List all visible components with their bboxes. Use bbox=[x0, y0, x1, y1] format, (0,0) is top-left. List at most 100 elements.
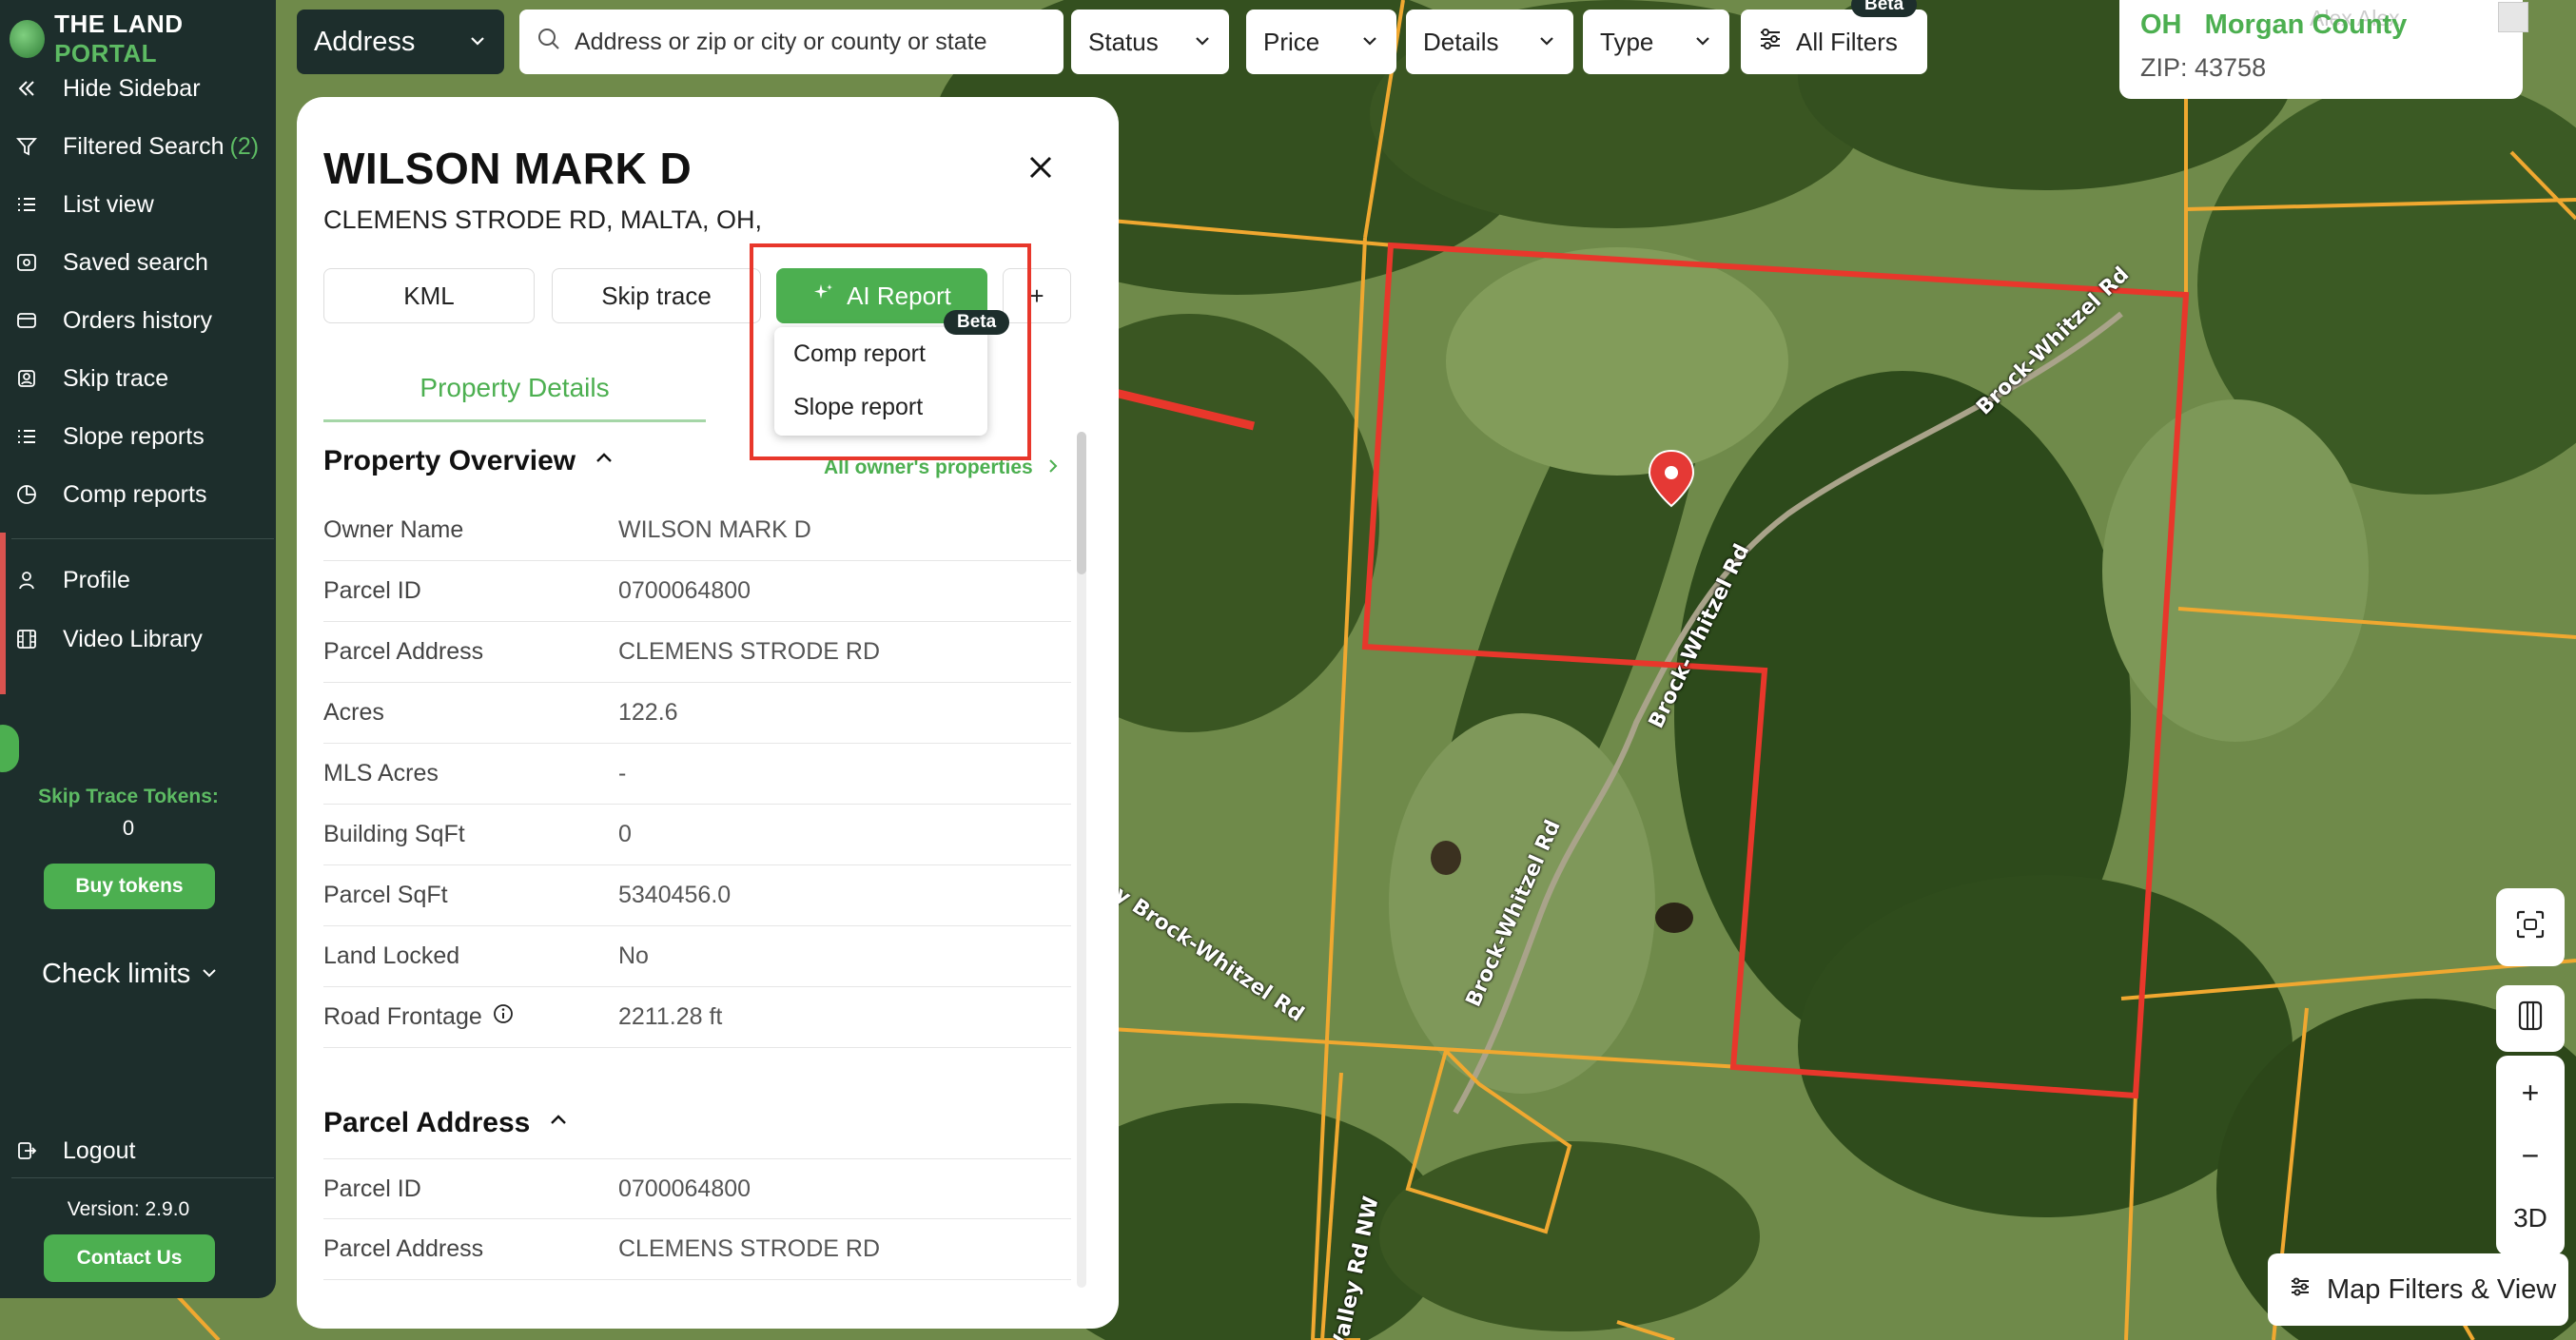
contact-us-button[interactable]: Contact Us bbox=[44, 1234, 215, 1282]
buy-tokens-button[interactable]: Buy tokens bbox=[44, 864, 215, 909]
type-filter-dropdown[interactable]: Type bbox=[1583, 10, 1729, 74]
chevron-down-icon bbox=[1193, 28, 1212, 57]
screenshot-button[interactable] bbox=[2496, 888, 2565, 966]
parcel-address-header[interactable]: Parcel Address bbox=[323, 1107, 570, 1139]
zoom-controls: + − 3D bbox=[2496, 1056, 2565, 1255]
sidebar-item-label: Profile bbox=[63, 566, 130, 593]
search-input[interactable]: Address or zip or city or county or stat… bbox=[519, 10, 1064, 74]
detail-row: Road Frontage 2211.28 ft bbox=[323, 987, 1071, 1048]
check-limits-label: Check limits bbox=[42, 959, 191, 989]
sidebar-accent-bar bbox=[0, 533, 6, 694]
tab-property-details[interactable]: Property Details bbox=[323, 356, 706, 422]
pond bbox=[1431, 841, 1461, 875]
skip-trace-button[interactable]: Skip trace bbox=[552, 268, 761, 323]
sidebar-divider bbox=[11, 538, 274, 539]
logo[interactable]: THE LAND PORTAL bbox=[10, 10, 276, 68]
info-icon[interactable] bbox=[492, 1002, 515, 1032]
chevron-down-icon bbox=[1360, 28, 1379, 57]
detail-row: Acres 122.6 bbox=[323, 683, 1071, 744]
chevron-right-icon bbox=[1046, 456, 1060, 479]
sidebar-toggle-handle[interactable] bbox=[0, 725, 19, 772]
filter-label: Details bbox=[1423, 27, 1499, 56]
kml-button[interactable]: KML bbox=[323, 268, 535, 323]
property-address: CLEMENS STRODE RD, MALTA, OH, bbox=[323, 205, 763, 234]
sidebar-item-slope-reports[interactable]: Slope reports bbox=[0, 413, 276, 460]
sidebar-item-profile[interactable]: Profile bbox=[0, 556, 276, 604]
sidebar-item-label: Hide Sidebar bbox=[63, 74, 201, 102]
orders-icon bbox=[13, 307, 40, 334]
sidebar-item-label: Logout bbox=[63, 1136, 136, 1164]
filter-label: Price bbox=[1263, 27, 1320, 56]
sidebar-item-video-library[interactable]: Video Library bbox=[0, 615, 276, 663]
sidebar-item-label: Filtered Search bbox=[63, 132, 224, 160]
all-filters-label: All Filters bbox=[1796, 27, 1898, 56]
pond bbox=[1655, 903, 1693, 933]
list-icon bbox=[13, 191, 40, 218]
chevron-down-icon bbox=[1537, 28, 1556, 57]
3d-toggle-button[interactable]: 3D bbox=[2513, 1187, 2547, 1250]
version-text: Version: 2.9.0 bbox=[67, 1198, 190, 1220]
chevron-up-icon bbox=[547, 1107, 570, 1139]
price-filter-dropdown[interactable]: Price bbox=[1246, 10, 1396, 74]
sidebar-item-label: Skip trace bbox=[63, 364, 169, 392]
detail-row: Parcel SqFt 5340456.0 bbox=[323, 865, 1071, 926]
sidebar-item-label: Video Library bbox=[63, 625, 203, 652]
sidebar-item-list-view[interactable]: List view bbox=[0, 181, 276, 228]
pie-chart-icon bbox=[13, 481, 40, 508]
scrollbar-thumb[interactable] bbox=[1077, 432, 1086, 574]
detail-row: Land Locked No bbox=[323, 926, 1071, 987]
detail-row: Parcel Address CLEMENS STRODE RD bbox=[323, 1219, 1071, 1280]
location-zip: ZIP: 43758 bbox=[2140, 53, 2267, 82]
filter-label: Type bbox=[1600, 27, 1654, 56]
map-filters-label: Map Filters & View bbox=[2327, 1273, 2557, 1305]
search-placeholder: Address or zip or city or county or stat… bbox=[575, 28, 987, 55]
property-overview-header[interactable]: Property Overview bbox=[323, 445, 615, 477]
sliders-icon bbox=[2289, 1274, 2312, 1306]
detail-row: MLS Acres - bbox=[323, 744, 1071, 805]
sidebar-item-saved-search[interactable]: Saved search bbox=[0, 239, 276, 286]
close-icon[interactable] bbox=[1022, 148, 1060, 186]
check-limits-toggle[interactable]: Check limits bbox=[42, 959, 219, 990]
zoom-out-button[interactable]: − bbox=[2522, 1124, 2540, 1187]
sidebar: THE LAND PORTAL Hide Sidebar Filtered Se… bbox=[0, 0, 276, 1298]
map-layers-button[interactable] bbox=[2496, 985, 2565, 1052]
status-filter-dropdown[interactable]: Status bbox=[1071, 10, 1229, 74]
map-filters-view-button[interactable]: Map Filters & View bbox=[2268, 1253, 2568, 1326]
detail-row: Building SqFt 0 bbox=[323, 805, 1071, 865]
chevron-up-icon bbox=[593, 445, 615, 477]
beta-badge: Beta bbox=[1851, 0, 1918, 17]
funnel-icon bbox=[13, 133, 40, 160]
panel-scrollbar[interactable] bbox=[1077, 432, 1086, 1288]
section-title: Property Overview bbox=[323, 445, 576, 476]
sidebar-item-comp-reports[interactable]: Comp reports bbox=[0, 471, 276, 518]
sidebar-item-label: Slope reports bbox=[63, 422, 205, 450]
location-title: OH Morgan County bbox=[2140, 10, 2408, 40]
detail-row: Parcel Address CLEMENS STRODE RD bbox=[323, 622, 1071, 683]
skip-trace-tokens-label: Skip Trace Tokens: bbox=[38, 786, 219, 807]
sidebar-item-filtered-search[interactable]: Filtered Search (2) bbox=[0, 123, 276, 170]
location-info-card: Alex Alex OH Morgan County ZIP: 43758 bbox=[2119, 0, 2528, 99]
avatar[interactable] bbox=[2498, 2, 2528, 32]
search-type-select[interactable]: Address bbox=[297, 10, 504, 74]
all-filters-button[interactable]: All Filters bbox=[1741, 10, 1927, 74]
sidebar-item-skip-trace[interactable]: Skip trace bbox=[0, 355, 276, 402]
sidebar-item-label: List view bbox=[63, 190, 154, 218]
sidebar-item-hide-sidebar[interactable]: Hide Sidebar bbox=[0, 65, 276, 112]
chevron-down-icon bbox=[200, 959, 219, 990]
user-icon bbox=[13, 567, 40, 593]
owner-name-heading: WILSON MARK D bbox=[323, 144, 693, 193]
sidebar-item-label: Saved search bbox=[63, 248, 208, 276]
saved-search-icon bbox=[13, 249, 40, 276]
sliders-icon bbox=[1758, 27, 1783, 58]
film-icon bbox=[13, 626, 40, 652]
section-title: Parcel Address bbox=[323, 1107, 531, 1138]
detail-row: Owner Name WILSON MARK D bbox=[323, 500, 1071, 561]
details-filter-dropdown[interactable]: Details bbox=[1406, 10, 1573, 74]
sidebar-item-orders-history[interactable]: Orders history bbox=[0, 297, 276, 344]
annotation-highlight-box bbox=[750, 243, 1031, 460]
sidebar-item-logout[interactable]: Logout bbox=[0, 1127, 276, 1175]
zoom-in-button[interactable]: + bbox=[2522, 1061, 2540, 1124]
chevron-down-icon bbox=[1693, 28, 1712, 57]
sidebar-item-label: Comp reports bbox=[63, 480, 207, 508]
sidebar-item-label: Orders history bbox=[63, 306, 212, 334]
